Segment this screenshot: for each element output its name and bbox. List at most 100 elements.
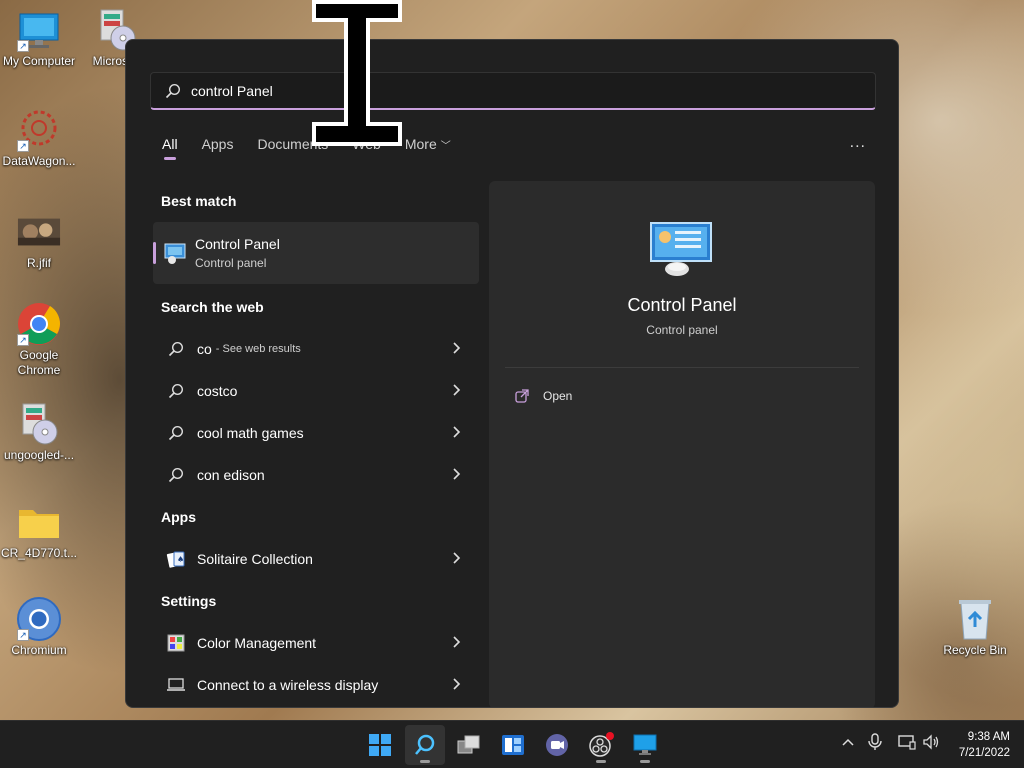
tab-apps[interactable]: Apps <box>202 136 234 160</box>
chevron-right-icon <box>453 426 461 438</box>
desktop-icon-datawagon[interactable]: ↗ DataWagon... <box>0 108 79 169</box>
section-best-match: Best match <box>161 193 237 209</box>
desktop-icon-label: CR_4D770.t... <box>0 546 78 560</box>
section-search-web: Search the web <box>161 299 264 315</box>
desktop-icon-label: Chromium <box>11 643 67 657</box>
monitor-icon: ↗ <box>17 8 61 52</box>
active-indicator <box>420 760 430 763</box>
app-result-text: Solitaire Collection <box>197 551 313 567</box>
clock[interactable]: 9:38 AM 7/21/2022 <box>959 729 1010 761</box>
chevron-up-icon[interactable] <box>840 734 856 750</box>
open-action-label: Open <box>543 389 573 403</box>
chevron-right-icon <box>453 384 461 396</box>
desktop-icon-label: DataWagon... <box>2 154 76 168</box>
desktop-icon-r-jfif[interactable]: R.jfif <box>0 210 79 271</box>
svg-text:♠: ♠ <box>177 555 184 564</box>
chevron-right-icon <box>453 678 461 690</box>
tab-more-label: More <box>404 136 437 152</box>
section-settings: Settings <box>161 593 217 609</box>
chrome-icon: ↗ <box>17 302 61 346</box>
desktop-icon-label: ungoogled-... <box>3 448 75 462</box>
chevron-right-icon <box>453 342 461 354</box>
recycle-bin-icon <box>953 597 997 641</box>
web-result-co[interactable]: co - See web results <box>153 328 479 370</box>
desktop-icon-recycle-bin[interactable]: Recycle Bin <box>935 597 1015 658</box>
preview-subtitle: Control panel <box>646 323 718 337</box>
desktop-icon-chromium[interactable]: ↗ Chromium <box>0 597 79 658</box>
preview-pane: Control Panel Control panel Open <box>489 181 875 707</box>
desktop-icon-folder[interactable]: CR_4D770.t... <box>0 500 79 561</box>
chat-icon <box>546 734 568 756</box>
section-apps: Apps <box>161 509 196 525</box>
chromium-icon: ↗ <box>17 597 61 641</box>
open-action[interactable]: Open <box>515 389 572 403</box>
search-icon <box>165 380 187 402</box>
desktop-icon-label: Google Chrome <box>17 348 61 377</box>
web-result-text: co <box>197 341 212 357</box>
running-indicator <box>640 760 650 763</box>
obs-app-button[interactable] <box>581 725 621 765</box>
laptop-icon <box>165 674 187 696</box>
search-icon <box>165 83 181 98</box>
taskbar-search-button[interactable] <box>405 725 445 765</box>
setting-result-text: Color Management <box>197 635 317 651</box>
text-cursor-icon <box>312 0 402 146</box>
web-result-costco[interactable]: costco <box>153 370 479 412</box>
preview-title: Control Panel <box>627 295 737 315</box>
app-result-solitaire[interactable]: ♠ Solitaire Collection <box>153 538 479 580</box>
search-input[interactable] <box>191 82 791 99</box>
tab-more[interactable]: More ﹀ <box>405 136 451 160</box>
obs-icon <box>589 732 614 757</box>
folder-icon <box>17 500 61 544</box>
tab-all[interactable]: All <box>162 136 178 160</box>
task-view-icon <box>457 735 480 754</box>
clock-time: 9:38 AM <box>967 731 1010 743</box>
microphone-icon[interactable] <box>868 733 882 751</box>
image-file-icon <box>17 210 61 254</box>
windows-logo-icon <box>369 734 391 756</box>
web-result-text: costco <box>197 383 238 399</box>
search-icon <box>165 338 187 360</box>
control-panel-icon <box>164 243 186 264</box>
desktop-icon-ungoogled[interactable]: ungoogled-... <box>0 402 79 463</box>
search-box[interactable] <box>150 72 876 110</box>
best-match-control-panel[interactable]: Control Panel Control panel <box>153 222 479 284</box>
desktop-icon-label: My Computer <box>2 54 76 68</box>
clock-date: 7/21/2022 <box>958 747 1010 759</box>
solitaire-icon: ♠ <box>165 548 187 570</box>
results-list: Best match Control Panel Control panel S… <box>153 180 479 706</box>
search-icon <box>165 422 187 444</box>
best-match-subtitle: Control panel <box>195 256 267 270</box>
desktop-icon-label: Recycle Bin <box>943 643 1007 657</box>
setting-result-text: Connect to a wireless display <box>197 677 379 693</box>
teams-chat-button[interactable] <box>537 725 577 765</box>
web-result-cool-math-games[interactable]: cool math games <box>153 412 479 454</box>
running-indicator <box>596 760 606 763</box>
widgets-button[interactable] <box>493 725 533 765</box>
system-tray <box>840 733 940 751</box>
task-view-button[interactable] <box>449 725 489 765</box>
chevron-right-icon <box>453 468 461 480</box>
open-external-icon <box>515 389 529 403</box>
volume-icon[interactable] <box>922 734 940 750</box>
start-button[interactable] <box>360 725 400 765</box>
desktop-icon-my-computer[interactable]: ↗ My Computer <box>0 8 79 69</box>
web-result-text: cool math games <box>197 425 304 441</box>
taskbar: 9:38 AM 7/21/2022 <box>0 720 1024 768</box>
desktop-icon-google-chrome[interactable]: ↗ Google Chrome <box>0 302 79 378</box>
setting-color-management[interactable]: Color Management <box>153 622 479 664</box>
web-result-con-edison[interactable]: con edison <box>153 454 479 496</box>
color-management-icon <box>165 632 187 654</box>
desktop-icon-label: R.jfif <box>27 256 51 270</box>
more-options-button[interactable]: ... <box>850 134 866 152</box>
preview-divider <box>505 367 859 368</box>
chevron-right-icon <box>453 552 461 564</box>
chevron-right-icon <box>453 636 461 648</box>
monitor-icon <box>633 734 657 755</box>
network-icon[interactable] <box>898 734 916 750</box>
setting-wireless-display[interactable]: Connect to a wireless display <box>153 664 479 706</box>
remote-desktop-button[interactable] <box>625 725 665 765</box>
widgets-icon <box>502 735 524 755</box>
search-icon <box>165 464 187 486</box>
chevron-down-icon: ﹀ <box>440 141 451 152</box>
